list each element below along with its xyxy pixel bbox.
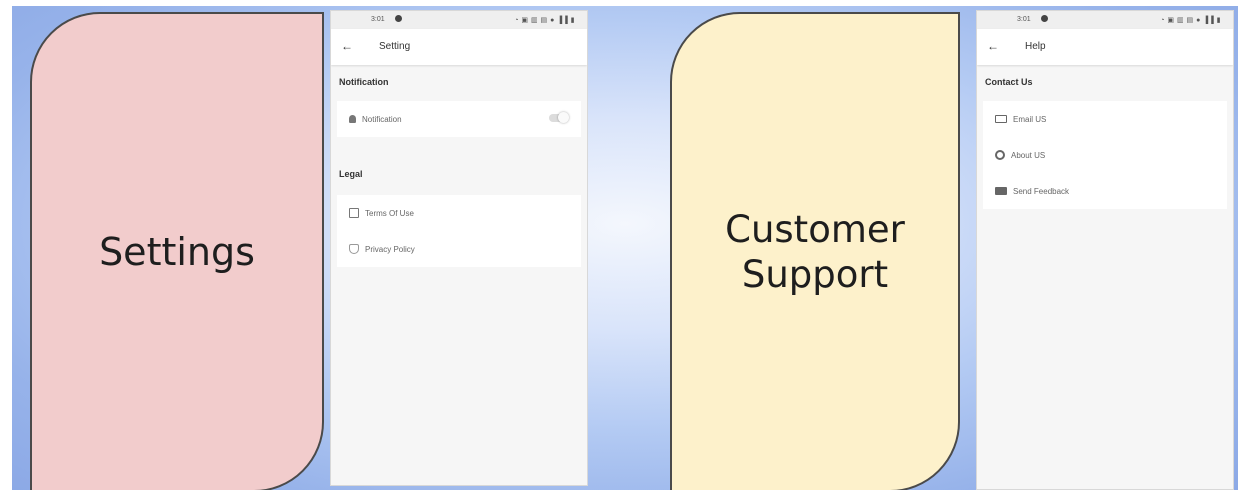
notification-row[interactable]: Notification xyxy=(337,101,581,137)
status-time: 3:01 xyxy=(371,16,385,23)
status-bar: 3:01 ◔ ▣ ▥ ▤ ● ▐▐ ▮ xyxy=(331,11,587,29)
section-title-contact-us: Contact Us xyxy=(985,77,1033,87)
support-card-text-line2: Support xyxy=(741,253,889,296)
email-us-row[interactable]: Email US xyxy=(983,101,1227,137)
send-feedback-row[interactable]: Send Feedback xyxy=(983,173,1227,209)
status-bar: 3:01 ◔ ▣ ▥ ▤ ● ▐▐ ▮ xyxy=(977,11,1233,29)
status-icons: ◔ ▣ ▥ ▤ ● ▐▐ ▮ xyxy=(1160,17,1221,24)
privacy-policy-label: Privacy Policy xyxy=(365,244,415,254)
send-feedback-label: Send Feedback xyxy=(1013,186,1070,196)
email-us-label: Email US xyxy=(1013,114,1047,124)
status-icons: ◔ ▣ ▥ ▤ ● ▐▐ ▮ xyxy=(514,17,575,24)
back-arrow-icon[interactable]: ← xyxy=(987,39,999,53)
info-icon xyxy=(995,150,1005,160)
customer-support-label-card: Customer Support xyxy=(670,12,960,490)
shield-icon xyxy=(349,244,359,254)
page-title: Help xyxy=(1025,41,1046,52)
document-icon xyxy=(349,208,359,218)
back-arrow-icon[interactable]: ← xyxy=(341,39,353,53)
terms-of-use-label: Terms Of Use xyxy=(365,208,414,218)
section-title-notification: Notification xyxy=(339,77,389,87)
page-title: Setting xyxy=(379,41,411,52)
slide-background: Settings 3:01 ◔ ▣ ▥ ▤ ● ▐▐ ▮ ← Setting N… xyxy=(12,6,1238,490)
feedback-icon xyxy=(995,187,1007,195)
support-card-text-line1: Customer xyxy=(725,207,905,251)
terms-of-use-row[interactable]: Terms Of Use xyxy=(337,195,581,231)
toggle-knob xyxy=(558,112,569,123)
app-bar: ← Setting xyxy=(331,29,587,65)
settings-phone-screen: 3:01 ◔ ▣ ▥ ▤ ● ▐▐ ▮ ← Setting Notificati… xyxy=(330,10,588,486)
help-phone-screen: 3:01 ◔ ▣ ▥ ▤ ● ▐▐ ▮ ← Help Contact Us Em… xyxy=(976,10,1234,490)
about-us-row[interactable]: About US xyxy=(983,137,1227,173)
mail-icon xyxy=(995,115,1007,123)
settings-label-card: Settings xyxy=(30,12,324,490)
notification-dot-icon xyxy=(395,15,402,22)
settings-card-text: Settings xyxy=(99,230,255,274)
about-us-label: About US xyxy=(1011,150,1046,160)
bell-icon xyxy=(349,115,356,123)
privacy-policy-row[interactable]: Privacy Policy xyxy=(337,231,581,267)
status-time: 3:01 xyxy=(1017,16,1031,23)
notification-dot-icon xyxy=(1041,15,1048,22)
app-bar: ← Help xyxy=(977,29,1233,65)
notification-toggle[interactable] xyxy=(549,112,569,123)
section-title-legal: Legal xyxy=(339,169,363,179)
